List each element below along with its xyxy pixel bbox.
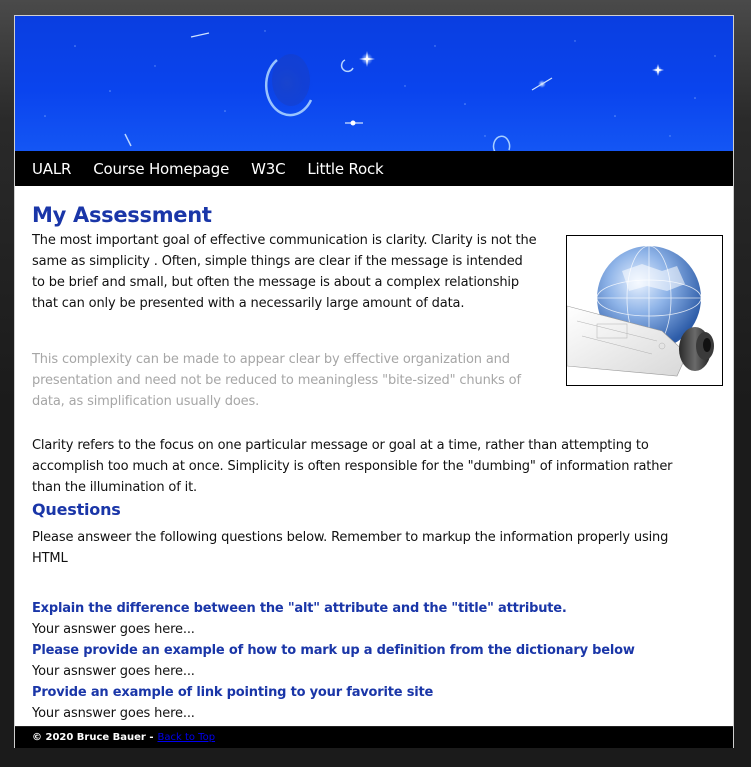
small-moon-icon (492, 135, 511, 151)
nav-link-w3c[interactable]: W3C (251, 160, 285, 178)
nav-link-course-homepage[interactable]: Course Homepage (93, 160, 229, 178)
question-title: Explain the difference between the "alt"… (32, 601, 567, 616)
question-list: Explain the difference between the "alt"… (32, 598, 712, 724)
nav-link-little-rock[interactable]: Little Rock (307, 160, 383, 178)
back-to-top-link[interactable]: Back to Top (158, 732, 216, 743)
globe-blueprint-image (566, 235, 723, 386)
crescent-icon (340, 59, 354, 73)
answer-text: Your asnswer goes here... (32, 706, 195, 721)
answer-text: Your asnswer goes here... (32, 664, 195, 679)
intro-paragraph: The most important goal of effective com… (32, 233, 537, 311)
page-container: UALR Course Homepage W3C Little Rock My … (14, 15, 734, 748)
main-nav: UALR Course Homepage W3C Little Rock (15, 151, 733, 186)
globe-icon (567, 245, 714, 377)
questions-intro: Please answeer the following questions b… (32, 530, 669, 566)
questions-heading: Questions (32, 500, 121, 519)
moon-icon (261, 53, 313, 117)
page-title: My Assessment (32, 203, 212, 227)
question-title: Please provide an example of how to mark… (32, 643, 635, 658)
star-icon (359, 51, 375, 67)
shooting-star-icon (190, 32, 210, 38)
star-icon (652, 64, 664, 76)
muted-paragraph: This complexity can be made to appear cl… (32, 352, 521, 409)
night-sky-illustration (44, 30, 716, 151)
clarity-paragraph: Clarity refers to the focus on one parti… (32, 438, 673, 495)
nav-link-ualr[interactable]: UALR (32, 160, 71, 178)
question-title: Provide an example of link pointing to y… (32, 685, 434, 700)
header-banner (15, 16, 733, 151)
star-icon (531, 77, 553, 91)
copyright-text: © 2020 Bruce Bauer - (32, 732, 154, 743)
answer-text: Your asnswer goes here... (32, 622, 195, 637)
page-footer: © 2020 Bruce Bauer - Back to Top (15, 726, 733, 748)
